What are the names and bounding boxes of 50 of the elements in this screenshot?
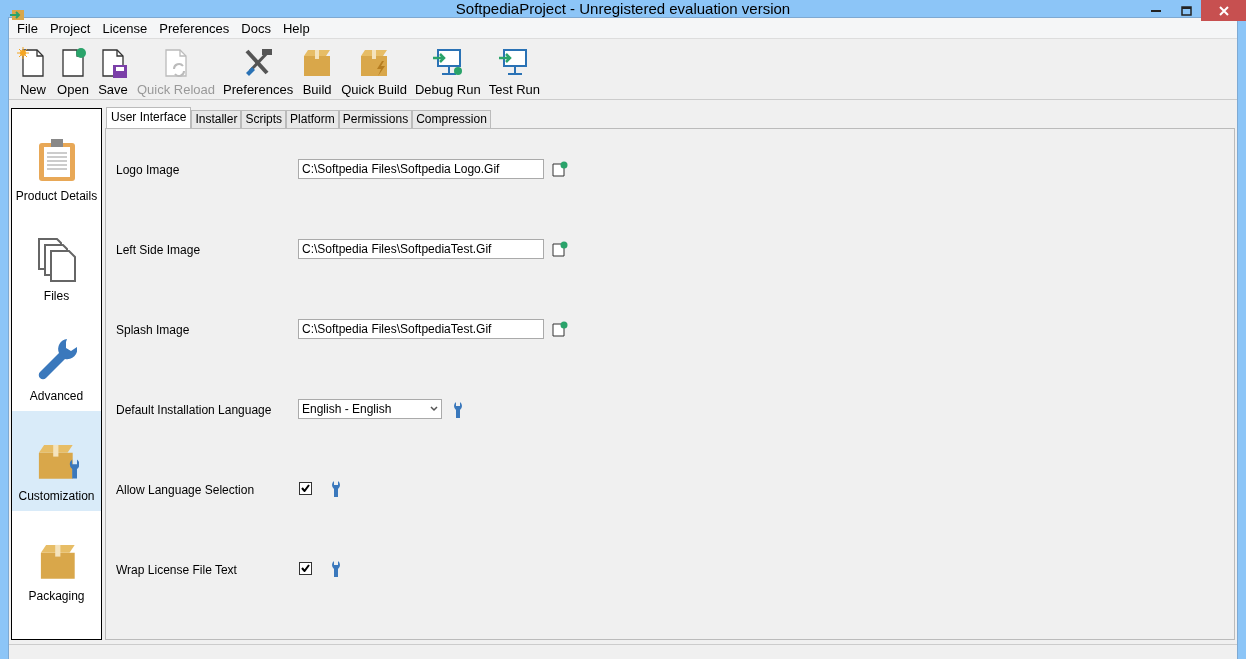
close-button[interactable] bbox=[1201, 0, 1246, 21]
toolbar-button[interactable]: Debug Run bbox=[410, 47, 485, 99]
checkbox[interactable] bbox=[299, 481, 312, 495]
menu-item[interactable]: Docs bbox=[235, 20, 277, 36]
menu-item[interactable]: Preferences bbox=[153, 20, 236, 36]
tab[interactable]: Permissions bbox=[338, 110, 413, 128]
chevron-down-icon bbox=[430, 406, 438, 412]
toolbar-button[interactable]: Preferences bbox=[219, 47, 298, 99]
toolbar-button[interactable]: Build bbox=[297, 47, 338, 99]
menu-item[interactable]: File bbox=[11, 20, 44, 36]
sidebar-item[interactable]: Packaging bbox=[12, 511, 101, 611]
documents-icon bbox=[36, 237, 77, 283]
checkbox[interactable] bbox=[299, 561, 312, 575]
sidebar-item[interactable]: Files bbox=[12, 211, 101, 311]
maximize-icon bbox=[1180, 5, 1192, 16]
toolbar-button[interactable]: New bbox=[13, 47, 53, 99]
setting-label: Left Side Image bbox=[116, 242, 202, 257]
box-lightning-icon bbox=[358, 47, 390, 79]
path-field[interactable]: C:\Softpedia Files\Softpedia Logo.Gif bbox=[298, 159, 544, 179]
tab[interactable]: Platform bbox=[286, 110, 339, 128]
path-field[interactable]: C:\Softpedia Files\SoftpediaTest.Gif bbox=[298, 319, 544, 339]
sidebar-item[interactable]: Customization bbox=[12, 411, 101, 511]
tab[interactable]: Installer bbox=[191, 110, 242, 128]
toolbar-button[interactable]: Quick Build bbox=[337, 47, 411, 99]
setting-label: Default Installation Language bbox=[116, 402, 273, 417]
window-title: SoftpediaProject - Unregistered evaluation version bbox=[455, 0, 791, 17]
setting-label: Splash Image bbox=[116, 322, 191, 337]
toolbar-button[interactable]: Open bbox=[53, 47, 93, 99]
language-dropdown[interactable]: English - English bbox=[298, 399, 442, 419]
tab[interactable]: User Interface bbox=[106, 107, 192, 128]
menu-item[interactable]: Help bbox=[276, 20, 316, 36]
browse-file-icon[interactable] bbox=[552, 161, 568, 177]
path-field[interactable]: C:\Softpedia Files\SoftpediaTest.Gif bbox=[298, 239, 544, 259]
setting-label: Logo Image bbox=[116, 162, 181, 177]
tab[interactable]: Compression bbox=[412, 110, 491, 128]
toolbar-button[interactable]: Save bbox=[93, 47, 133, 99]
tab[interactable]: Scripts bbox=[241, 110, 287, 128]
browse-file-icon[interactable] bbox=[552, 321, 568, 337]
menu-item[interactable]: License bbox=[96, 20, 154, 36]
browse-file-icon[interactable] bbox=[552, 241, 568, 257]
setting-label: Wrap License File Text bbox=[116, 562, 238, 577]
sidebar-item[interactable]: Advanced bbox=[12, 311, 101, 411]
app-icon bbox=[10, 8, 26, 22]
clipboard-icon bbox=[36, 137, 77, 183]
sidebar-item[interactable]: Product Details bbox=[12, 111, 101, 211]
setting-label: Allow Language Selection bbox=[116, 482, 256, 497]
minimize-icon bbox=[1151, 9, 1161, 12]
toolbar-button[interactable]: Test Run bbox=[484, 47, 544, 99]
close-icon bbox=[1218, 5, 1229, 16]
menu-item[interactable]: Project bbox=[43, 20, 97, 36]
